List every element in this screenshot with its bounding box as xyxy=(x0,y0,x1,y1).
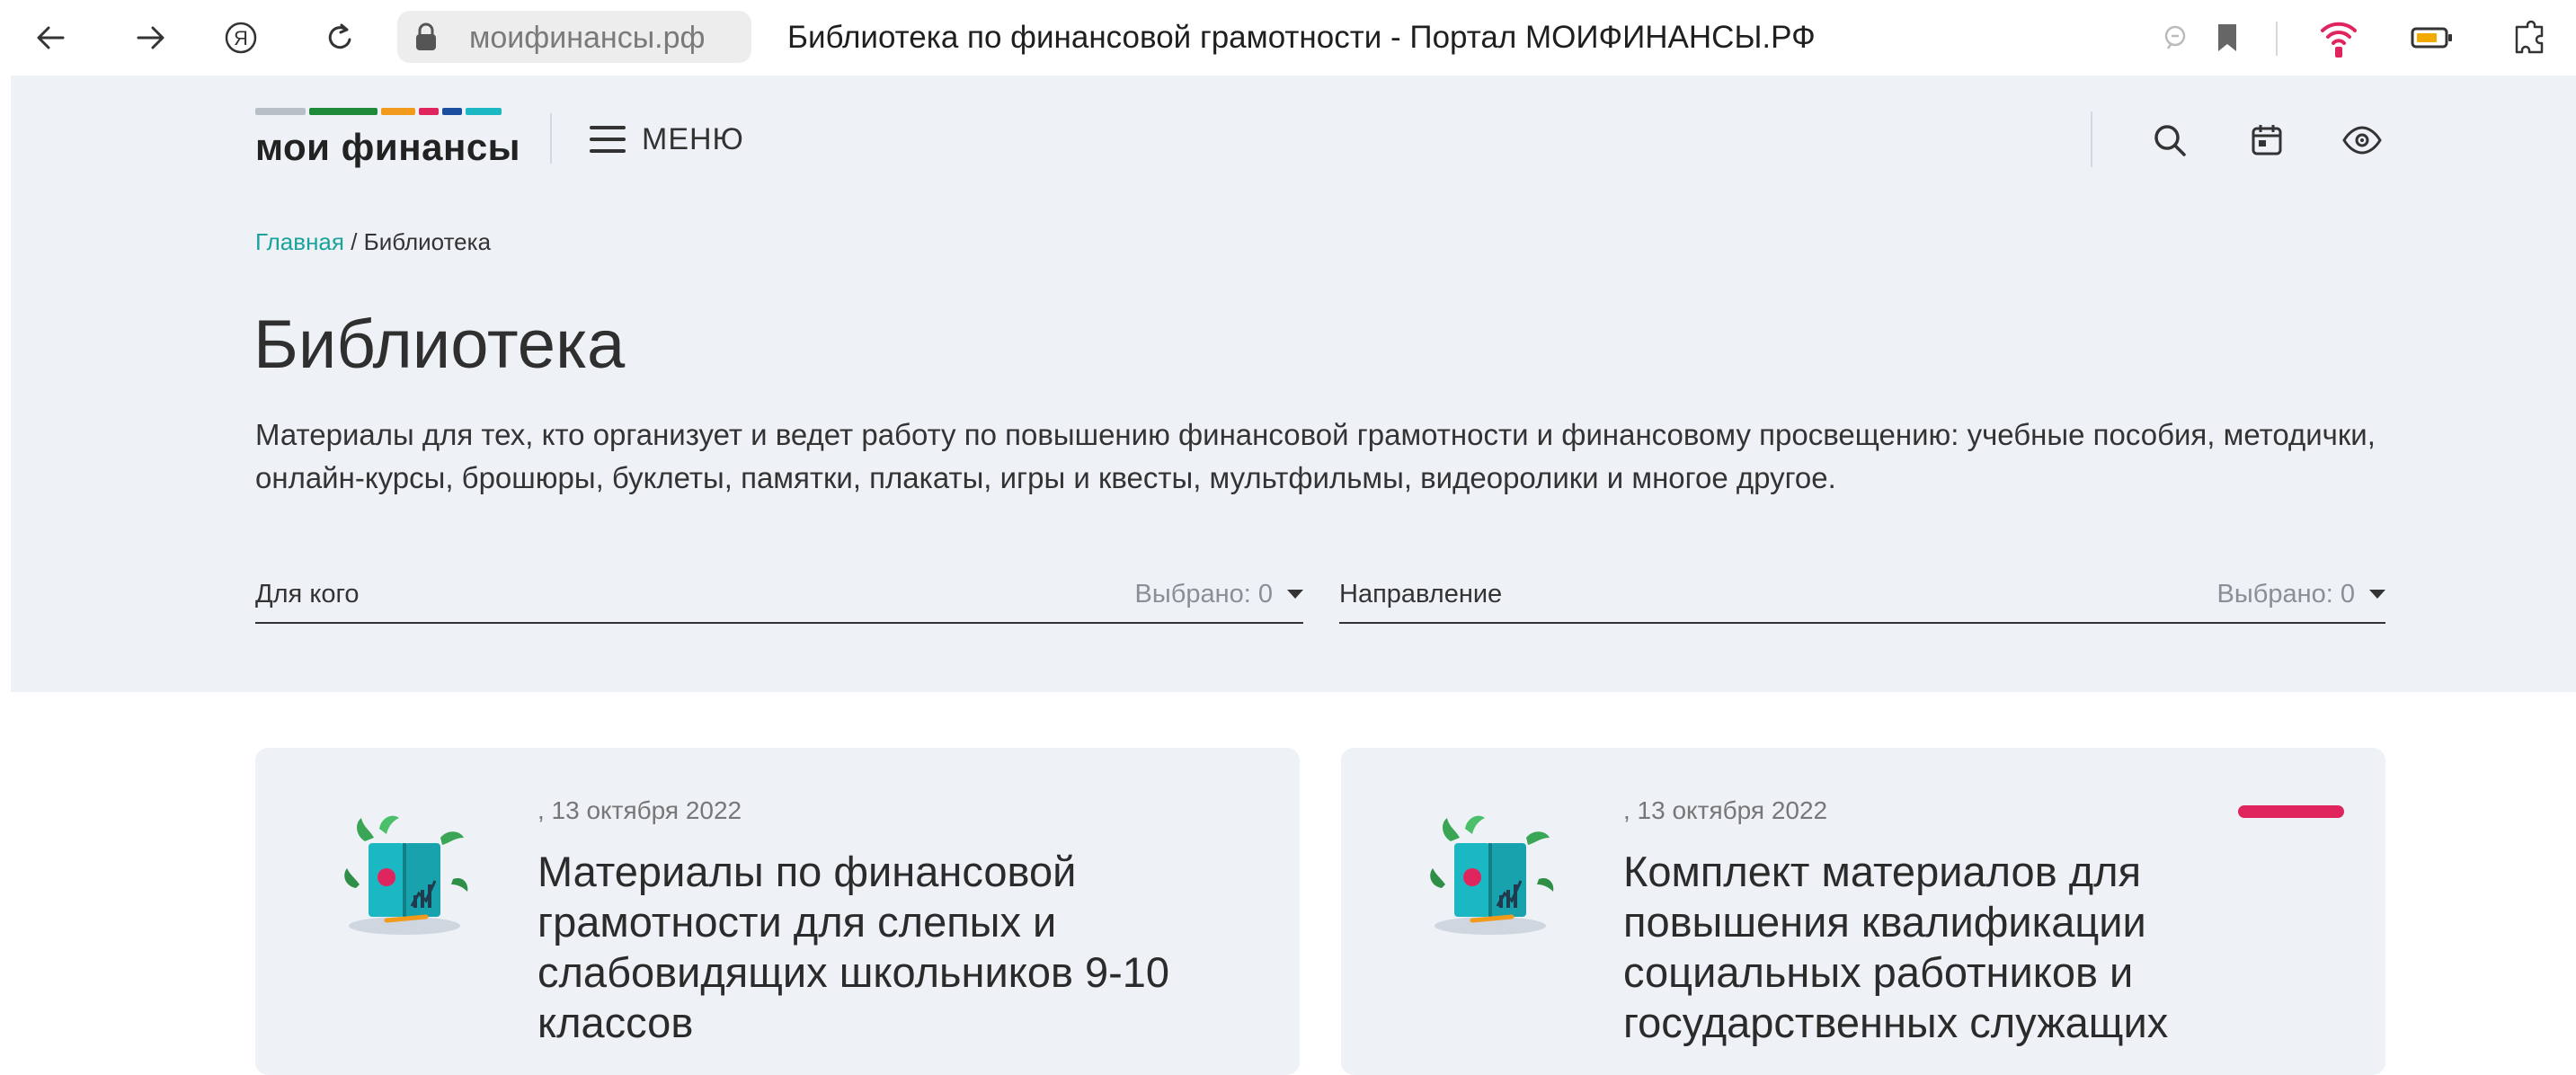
menu-button[interactable]: МЕНЮ xyxy=(590,115,744,164)
extensions-icon[interactable] xyxy=(2504,13,2554,63)
browser-toolbar: Я моифинансы.рф Библиотека по финансовой… xyxy=(0,0,2576,76)
card-accent-tag xyxy=(2238,805,2344,818)
header-divider xyxy=(550,113,552,164)
search-icon[interactable] xyxy=(2145,115,2195,165)
url-text[interactable]: моифинансы.рф xyxy=(469,13,705,63)
filter-value: Выбрано: 0 xyxy=(1135,580,1303,609)
filter-label: Для кого xyxy=(255,579,360,609)
svg-text:Я: Я xyxy=(234,27,248,49)
page-description: Материалы для тех, кто организует и веде… xyxy=(255,418,2376,494)
filter-selected-count: Выбрано: 0 xyxy=(2216,579,2355,609)
breadcrumb-separator: / xyxy=(351,228,358,255)
breadcrumb-home-link[interactable]: Главная xyxy=(255,228,344,255)
calendar-icon[interactable] xyxy=(2242,115,2292,165)
book-illustration-icon xyxy=(333,802,476,946)
battery-icon[interactable] xyxy=(2407,13,2457,63)
lock-icon xyxy=(410,20,442,54)
site-logo[interactable]: мои финансы xyxy=(255,126,520,169)
card-date: , 13 октября 2022 xyxy=(537,796,742,824)
breadcrumb-current: Библиотека xyxy=(363,228,492,255)
header-divider xyxy=(2091,111,2092,167)
wifi-icon[interactable] xyxy=(2314,13,2364,63)
filter-label: Направление xyxy=(1339,579,1503,609)
logo-bar xyxy=(466,108,502,115)
chevron-down-icon xyxy=(1287,590,1303,599)
reload-icon[interactable] xyxy=(315,13,365,63)
filter-selected-count: Выбрано: 0 xyxy=(1134,579,1273,609)
hamburger-icon xyxy=(590,126,626,153)
logo-bar xyxy=(309,108,378,115)
page-title-tab: Библиотека по финансовой грамотности - П… xyxy=(787,20,1816,55)
filter-value: Выбрано: 0 xyxy=(2217,580,2385,609)
logo-bar xyxy=(442,108,462,115)
filter-direction-dropdown[interactable]: Направление Выбрано: 0 xyxy=(1339,566,2385,624)
card-date: , 13 октября 2022 xyxy=(1623,796,1828,824)
logo-color-bars xyxy=(255,108,507,115)
breadcrumb: Главная / Библиотека xyxy=(255,228,491,256)
page-title: Библиотека xyxy=(253,307,626,383)
reader-icon[interactable] xyxy=(2154,13,2197,63)
accessibility-eye-icon[interactable] xyxy=(2337,115,2387,165)
logo-bar xyxy=(419,108,439,115)
card-title[interactable]: Комплект материалов для повышения квалиф… xyxy=(1623,847,2306,1048)
forward-arrow-icon[interactable] xyxy=(126,13,176,63)
logo-bar xyxy=(255,108,306,115)
logo-bar xyxy=(381,108,415,115)
yandex-icon[interactable]: Я xyxy=(216,13,266,63)
bookmark-icon[interactable] xyxy=(2206,13,2249,63)
back-arrow-icon[interactable] xyxy=(25,13,76,63)
library-card[interactable]: , 13 октября 2022 Комплект материалов дл… xyxy=(1341,748,2385,1075)
book-illustration-icon xyxy=(1418,802,1562,946)
menu-label: МЕНЮ xyxy=(642,121,744,156)
chevron-down-icon xyxy=(2369,590,2385,599)
card-title[interactable]: Материалы по финансовой грамотности для … xyxy=(537,847,1221,1048)
toolbar-divider xyxy=(2276,22,2278,56)
library-card[interactable]: , 13 октября 2022 Материалы по финансово… xyxy=(255,748,1300,1075)
filter-audience-dropdown[interactable]: Для кого Выбрано: 0 xyxy=(255,566,1303,624)
